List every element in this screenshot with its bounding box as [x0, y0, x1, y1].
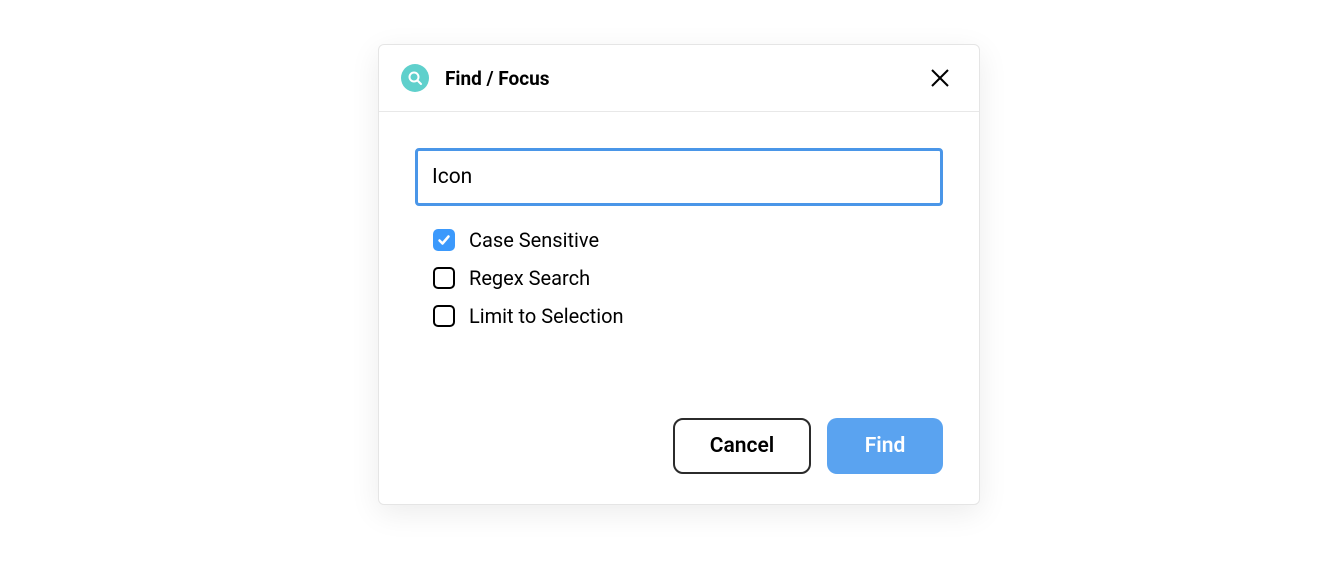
- checkbox-case-sensitive[interactable]: [433, 229, 455, 251]
- close-button[interactable]: [925, 63, 955, 93]
- label-limit-to-selection: Limit to Selection: [469, 304, 624, 328]
- checkbox-regex-search[interactable]: [433, 267, 455, 289]
- dialog-header-left: Find / Focus: [401, 64, 550, 92]
- search-input[interactable]: [415, 148, 943, 206]
- find-focus-dialog: Find / Focus Case Sensitive Regex S: [378, 44, 980, 505]
- checkbox-limit-to-selection[interactable]: [433, 305, 455, 327]
- dialog-body: Case Sensitive Regex Search Limit to Sel…: [379, 112, 979, 328]
- close-icon: [929, 67, 951, 89]
- dialog-title: Find / Focus: [445, 67, 550, 90]
- option-case-sensitive: Case Sensitive: [433, 228, 943, 252]
- check-icon: [437, 233, 451, 247]
- label-case-sensitive: Case Sensitive: [469, 228, 599, 252]
- label-regex-search: Regex Search: [469, 266, 590, 290]
- option-limit-to-selection: Limit to Selection: [433, 304, 943, 328]
- search-icon: [401, 64, 429, 92]
- option-regex-search: Regex Search: [433, 266, 943, 290]
- dialog-header: Find / Focus: [379, 45, 979, 112]
- options-list: Case Sensitive Regex Search Limit to Sel…: [415, 228, 943, 328]
- find-button[interactable]: Find: [827, 418, 943, 474]
- dialog-footer: Cancel Find: [379, 388, 979, 504]
- cancel-button[interactable]: Cancel: [673, 418, 811, 474]
